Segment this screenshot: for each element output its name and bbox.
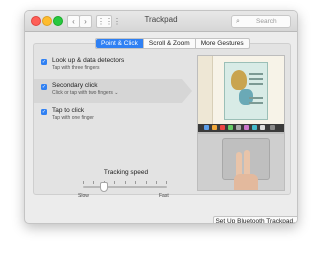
- slider-thumb[interactable]: [100, 182, 108, 192]
- preview-document: [224, 62, 268, 120]
- preview-text-line: [249, 102, 263, 104]
- slider-tick: [135, 181, 136, 184]
- dock-app-icon: [204, 125, 209, 130]
- dock-app-icon: [244, 125, 249, 130]
- dock-app-icon: [228, 125, 233, 130]
- slider-max-label: Fast: [159, 193, 169, 199]
- dock-app-icon: [236, 125, 241, 130]
- tracking-speed-slider[interactable]: [83, 186, 167, 188]
- preview-text-line: [249, 83, 263, 85]
- option-description-dropdown[interactable]: Click or tap with two fingers ⌄: [52, 90, 118, 96]
- preview-text-line: [249, 78, 263, 80]
- checkbox-secondary-click[interactable]: ✓: [41, 84, 47, 90]
- option-label: Look up & data detectors: [52, 57, 125, 64]
- checkbox-look-up[interactable]: ✓: [41, 59, 47, 65]
- setup-bluetooth-trackpad-button[interactable]: Set Up Bluetooth Trackpad...: [213, 216, 297, 223]
- tracking-speed-label: Tracking speed: [103, 169, 149, 176]
- preview-sidebar: [198, 56, 213, 132]
- title-bar: ‹ › ⋮⋮⋮ Trackpad ⌕ Search: [25, 11, 297, 32]
- option-description: Tap with three fingers: [52, 65, 100, 71]
- option-look-up[interactable]: ✓ Look up & data detectors Tap with thre…: [34, 54, 182, 78]
- option-description: Tap with one finger: [52, 115, 94, 121]
- gesture-preview-trackpad: [197, 133, 285, 191]
- slider-tick: [156, 181, 157, 184]
- dock-app-icon: [212, 125, 217, 130]
- slider-tick: [93, 181, 94, 184]
- dock-app-icon: [260, 125, 265, 130]
- search-placeholder: Search: [256, 18, 277, 25]
- option-tap-to-click[interactable]: ✓ Tap to click Tap with one finger: [34, 104, 182, 128]
- slider-min-label: Slow: [78, 193, 89, 199]
- slider-tick: [83, 181, 84, 184]
- preview-text-line: [249, 73, 263, 75]
- option-secondary-click[interactable]: ✓ Secondary click Click or tap with two …: [34, 79, 192, 103]
- option-label: Secondary click: [52, 82, 98, 89]
- preview-dock: [198, 124, 284, 132]
- dock-app-icon: [252, 125, 257, 130]
- option-label: Tap to click: [52, 107, 85, 114]
- selection-arrow: [182, 79, 192, 103]
- dock-app-icon: [220, 125, 225, 130]
- tab-scroll-and-zoom[interactable]: Scroll & Zoom: [142, 39, 195, 48]
- dock-trash-icon: [270, 125, 275, 130]
- slider-tick: [166, 181, 167, 184]
- tab-bar: Point & Click Scroll & Zoom More Gesture…: [95, 38, 250, 49]
- search-input[interactable]: ⌕ Search: [231, 15, 291, 28]
- slider-tick: [125, 181, 126, 184]
- checkbox-tap-to-click[interactable]: ✓: [41, 109, 47, 115]
- search-icon: ⌕: [236, 18, 240, 25]
- tab-more-gestures[interactable]: More Gestures: [194, 39, 249, 48]
- trackpad-preferences-window: ‹ › ⋮⋮⋮ Trackpad ⌕ Search ✓ Look up & da…: [24, 10, 298, 224]
- hand-illustration: [234, 174, 258, 190]
- gesture-preview-screen: [197, 55, 285, 133]
- preview-flower-image: [231, 70, 247, 90]
- slider-tick: [114, 181, 115, 184]
- slider-tick: [146, 181, 147, 184]
- preview-text-line: [249, 97, 263, 99]
- tab-point-and-click[interactable]: Point & Click: [96, 39, 143, 48]
